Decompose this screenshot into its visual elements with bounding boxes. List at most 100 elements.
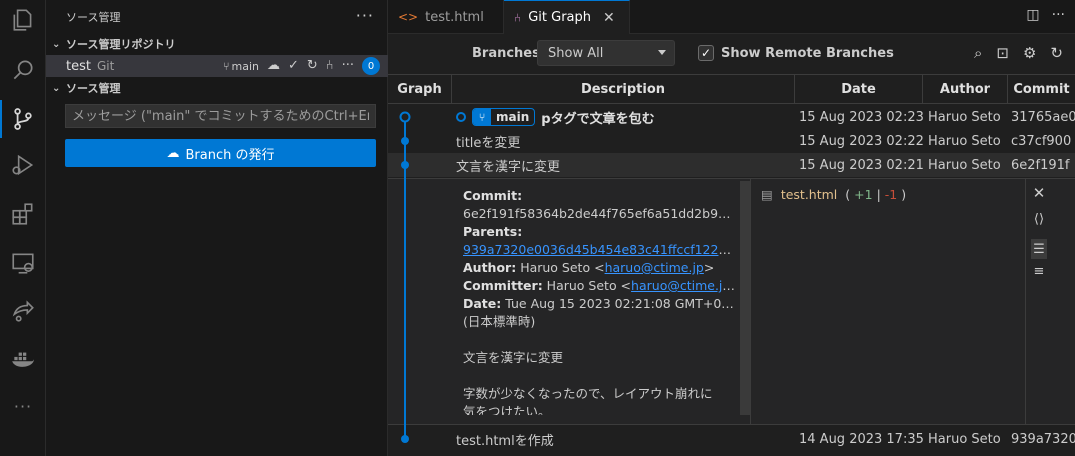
graph-node[interactable] xyxy=(401,137,409,145)
tree-view-icon[interactable]: ☰ xyxy=(1031,239,1047,259)
docker-icon[interactable] xyxy=(8,343,38,373)
file-stats-open: ( xyxy=(845,187,851,202)
repo-actions: ⑂ main ☁ ✓ ↻ ⑃ ··· 0 xyxy=(223,57,380,75)
commit-hash: 939a7320 xyxy=(1011,431,1075,447)
committer-email-link[interactable]: haruo@ctime.jp xyxy=(631,278,735,293)
file-deletions: -1 xyxy=(884,187,898,202)
show-remote-label[interactable]: Show Remote Branches xyxy=(721,46,894,61)
file-name[interactable]: test.html xyxy=(781,187,837,202)
graph-node[interactable] xyxy=(401,161,409,169)
tab-test-html[interactable]: <> test.html xyxy=(388,0,504,34)
table-row[interactable]: 文言を漢字に変更 15 Aug 2023 02:21 Haruo Seto 6e… xyxy=(388,153,1075,177)
close-icon[interactable]: ✕ xyxy=(603,10,615,26)
column-description[interactable]: Description xyxy=(452,75,795,103)
chevron-down-icon xyxy=(658,50,666,55)
date-label: Date: xyxy=(463,296,502,311)
commit-author: Haruo Seto xyxy=(928,109,1001,125)
column-graph[interactable]: Graph xyxy=(388,75,452,103)
sidebar-more-icon[interactable]: ··· xyxy=(356,6,374,25)
tab-git-graph[interactable]: ⑃ Git Graph ✕ xyxy=(504,0,630,34)
commit-message: pタグで文章を包む xyxy=(541,111,655,127)
branch-icon: ⑂ xyxy=(473,109,491,125)
table-row[interactable]: titleを変更 15 Aug 2023 02:22 Haruo Seto c3… xyxy=(388,129,1075,153)
column-date[interactable]: Date xyxy=(795,75,923,103)
remote-explorer-icon[interactable] xyxy=(8,248,38,278)
editor-actions: ◫ ··· xyxy=(1026,7,1065,23)
parents-label: Parents: xyxy=(463,224,523,239)
git-graph-icon: ⑃ xyxy=(514,10,522,25)
commit-hash: 31765ae0 xyxy=(1011,109,1075,125)
file-icon: ▤ xyxy=(761,187,773,202)
author-name: Haruo Seto < xyxy=(520,260,605,275)
branch-icon: ⑂ xyxy=(222,59,230,73)
file-stats: ( +1 | -1 ) xyxy=(845,187,906,202)
changed-file-row[interactable]: ▤ test.html ( +1 | -1 ) xyxy=(761,187,906,202)
terminal-icon[interactable]: ⊡ xyxy=(996,44,1009,62)
commit-date: 14 Aug 2023 17:35 xyxy=(799,431,923,447)
explorer-icon[interactable] xyxy=(8,5,38,35)
branch-tag-main[interactable]: ⑂ main xyxy=(472,108,536,126)
commit-message-input[interactable] xyxy=(65,104,376,128)
repo-row[interactable]: test Git ⑂ main ☁ ✓ ↻ ⑃ ··· 0 xyxy=(46,55,388,77)
source-control-icon[interactable] xyxy=(8,104,38,134)
graph-node-head[interactable] xyxy=(399,111,411,123)
commit-graph xyxy=(399,111,411,443)
search-icon[interactable] xyxy=(8,55,38,85)
branches-value: Show All xyxy=(548,45,604,61)
editor-tab-bar: <> test.html ⑃ Git Graph ✕ ◫ ··· xyxy=(388,0,1075,34)
show-remote-checkbox[interactable]: ✓ xyxy=(698,45,714,61)
branches-dropdown[interactable]: Show All xyxy=(537,40,675,66)
repo-name: test xyxy=(66,58,91,74)
chevron-down-icon: ⌄ xyxy=(52,82,61,94)
repos-section-header[interactable]: ⌄ ソース管理リポジトリ xyxy=(46,34,388,54)
repo-type: Git xyxy=(96,59,115,73)
editor-more-icon[interactable]: ··· xyxy=(1052,7,1065,23)
cloud-upload-icon[interactable]: ☁ xyxy=(267,57,280,75)
gear-icon[interactable]: ⚙ xyxy=(1023,44,1036,62)
commit-full-hash[interactable]: 6e2f191f58364b2de44f765ef6a51dd2b9b13... xyxy=(463,205,735,223)
graph-node[interactable] xyxy=(401,435,409,443)
sidebar-header: ソース管理 ··· xyxy=(46,0,388,34)
commit-date: 15 Aug 2023 02:23 xyxy=(799,109,923,125)
parent-commit-link[interactable]: 939a7320e0036d45b454e83c41ffccf1226125..… xyxy=(463,242,735,257)
table-row[interactable]: test.htmlを作成 14 Aug 2023 17:35 Haruo Set… xyxy=(388,427,1075,451)
column-author[interactable]: Author xyxy=(923,75,1008,103)
commit-date: 15 Aug 2023 02:21 xyxy=(799,157,923,173)
activity-bar: ··· xyxy=(0,0,46,456)
open-commit-icon[interactable]: ⟨⟩ xyxy=(1031,211,1047,227)
repo-more-icon[interactable]: ··· xyxy=(342,57,354,75)
head-indicator xyxy=(456,112,466,122)
live-share-icon[interactable] xyxy=(8,296,38,326)
more-icon[interactable]: ··· xyxy=(8,391,38,421)
list-view-icon[interactable]: ≡ xyxy=(1031,263,1047,279)
scm-section-label: ソース管理 xyxy=(66,82,121,95)
author-email-link[interactable]: haruo@ctime.jp xyxy=(605,260,704,275)
split-editor-icon[interactable]: ◫ xyxy=(1026,7,1039,23)
run-debug-icon[interactable] xyxy=(8,150,38,180)
html-file-icon: <> xyxy=(398,10,419,24)
scm-section-header[interactable]: ⌄ ソース管理 xyxy=(46,78,388,98)
branch-selector[interactable]: ⑂ main xyxy=(223,60,259,73)
date-value: Tue Aug 15 2023 02:21:08 GMT+0900 xyxy=(505,296,735,311)
tab-label: test.html xyxy=(425,9,484,25)
commit-hash: 6e2f191f xyxy=(1011,157,1070,173)
git-graph-icon[interactable]: ⑃ xyxy=(326,57,334,75)
commit-author: Haruo Seto xyxy=(928,157,1001,173)
branch-name: main xyxy=(231,59,259,73)
details-scrollbar[interactable] xyxy=(740,181,750,415)
extensions-icon[interactable] xyxy=(8,199,38,229)
table-row[interactable]: ⑂ main pタグで文章を包む 15 Aug 2023 02:23 Haruo… xyxy=(388,105,1075,129)
commit-check-icon[interactable]: ✓ xyxy=(288,57,299,75)
column-commit[interactable]: Commit xyxy=(1008,75,1075,103)
refresh-icon[interactable]: ↻ xyxy=(307,57,318,75)
fetch-icon[interactable]: ↻ xyxy=(1050,44,1063,62)
committer-name: Haruo Seto < xyxy=(546,278,632,293)
commit-author: Haruo Seto xyxy=(928,133,1001,149)
commit-label: Commit: xyxy=(463,188,523,203)
commit-hash: c37cf900 xyxy=(1011,133,1072,149)
publish-branch-button[interactable]: ☁ Branch の発行 xyxy=(65,139,376,167)
active-indicator xyxy=(0,100,2,138)
close-icon[interactable]: ✕ xyxy=(1031,184,1047,202)
search-icon[interactable]: ⌕ xyxy=(974,44,982,62)
